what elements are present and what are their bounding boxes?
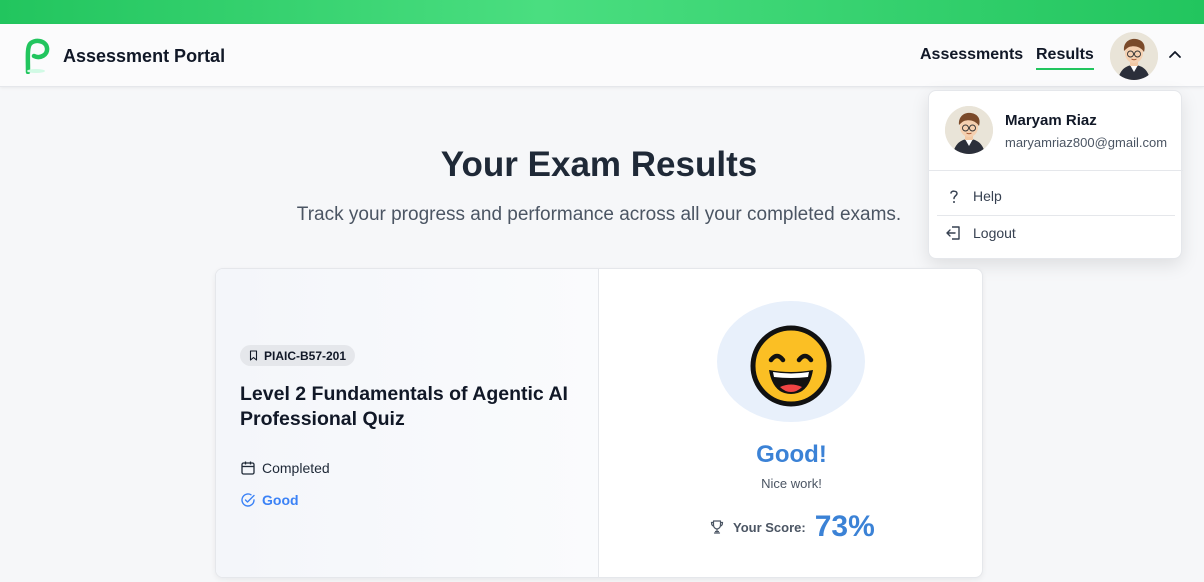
top-accent-bar <box>0 0 1204 24</box>
brand[interactable]: Assessment Portal <box>22 38 225 74</box>
chevron-up-icon[interactable] <box>1166 46 1184 64</box>
status-text: Completed <box>262 460 330 476</box>
exam-result-card[interactable]: PIAIC-B57-201 Level 2 Fundamentals of Ag… <box>215 268 983 578</box>
check-circle-icon <box>241 493 255 507</box>
grinning-face-icon <box>750 325 832 407</box>
score-panel: Good! Nice work! Your Score: 73% <box>599 269 982 577</box>
app-name: Assessment Portal <box>63 45 226 66</box>
exam-status: Completed <box>240 460 330 476</box>
user-name: Maryam Riaz <box>1005 112 1097 129</box>
menu-item-label: Logout <box>973 225 1016 241</box>
page-subtitle: Track your progress and performance acro… <box>296 204 902 225</box>
menu-item-help[interactable]: Help <box>945 187 1002 205</box>
nav-assessments[interactable]: Assessments <box>920 46 1023 64</box>
exam-code-badge: PIAIC-B57-201 <box>240 345 356 366</box>
logout-icon <box>946 226 960 240</box>
brand-logo-icon <box>25 38 50 74</box>
grade-heading: Good! <box>756 441 827 468</box>
score-row: Your Score: 73% <box>709 510 875 544</box>
nav-results[interactable]: Results <box>1036 46 1094 70</box>
user-avatar-button[interactable] <box>1110 32 1158 80</box>
menu-item-logout[interactable]: Logout <box>945 224 1016 242</box>
grade-text: Good <box>262 492 299 508</box>
trophy-icon <box>710 520 724 534</box>
question-icon <box>950 190 958 203</box>
page-title: Your Exam Results <box>440 145 758 184</box>
grade-message: Nice work! <box>761 476 822 491</box>
exam-code: PIAIC-B57-201 <box>264 348 347 363</box>
navbar: Assessment Portal Assessments Results <box>0 24 1204 87</box>
avatar <box>1110 32 1158 80</box>
exam-title: Level 2 Fundamentals of Agentic AI Profe… <box>240 383 568 430</box>
menu-item-label: Help <box>973 188 1002 204</box>
exam-grade: Good <box>240 492 299 508</box>
calendar-icon <box>241 461 255 475</box>
score-value: 73% <box>814 510 875 543</box>
exam-details-panel: PIAIC-B57-201 Level 2 Fundamentals of Ag… <box>216 269 599 577</box>
bookmark-icon <box>249 350 258 361</box>
score-label: Your Score: <box>733 519 806 535</box>
